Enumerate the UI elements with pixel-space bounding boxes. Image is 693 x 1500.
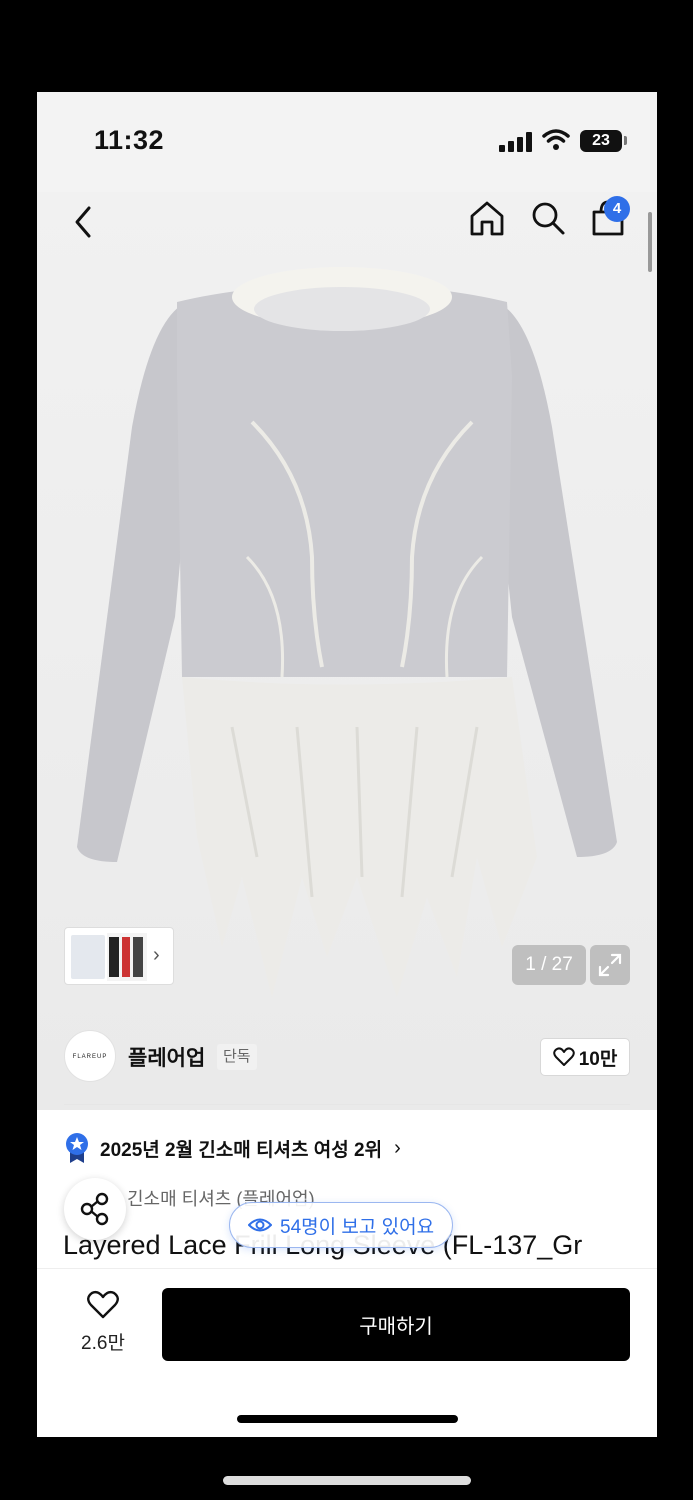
- status-time: 11:32: [94, 125, 165, 155]
- cart-count-badge: 4: [604, 196, 630, 222]
- search-icon[interactable]: [528, 198, 568, 238]
- divider: [64, 1104, 630, 1105]
- home-indicator: [237, 1415, 458, 1423]
- thumbnail-image[interactable]: [71, 935, 105, 979]
- brand-name[interactable]: 플레어업: [128, 1042, 205, 1072]
- heart-icon: [552, 1047, 575, 1066]
- exclusive-badge: 단독: [217, 1044, 257, 1070]
- home-icon[interactable]: [467, 198, 507, 238]
- chevron-right-icon: ›: [394, 1136, 401, 1159]
- thumbnail-image[interactable]: [107, 933, 147, 981]
- ranking-text: 2025년 2월 긴소매 티셔츠 여성 2위: [100, 1139, 383, 1161]
- back-icon[interactable]: [67, 202, 101, 242]
- buy-button[interactable]: 구매하기: [162, 1288, 630, 1361]
- app-screen: 11:32 23 4 › 1 / 27 FLAREUP 플레어업 단독 10만 …: [37, 92, 657, 1437]
- share-icon[interactable]: [64, 1178, 126, 1240]
- battery-icon: 23: [580, 130, 622, 152]
- product-photo[interactable]: [57, 257, 627, 1017]
- like-count: 2.6만: [81, 1333, 125, 1354]
- brand-favorite-button[interactable]: 10만: [540, 1038, 630, 1076]
- buy-button-label: 구매하기: [359, 1316, 433, 1338]
- outer-home-indicator: [223, 1476, 471, 1485]
- ranking-medal-icon: [66, 1133, 88, 1163]
- cellular-signal-icon: [499, 132, 533, 152]
- battery-tip: [624, 136, 627, 145]
- like-button[interactable]: 2.6만: [67, 1288, 139, 1358]
- wifi-icon: [542, 129, 570, 150]
- chevron-right-icon: ›: [153, 944, 160, 966]
- eye-icon: [248, 1218, 272, 1232]
- expand-icon[interactable]: [590, 945, 630, 985]
- live-viewers-badge: 54명이 보고 있어요: [229, 1202, 454, 1248]
- ranking-link[interactable]: 2025년 2월 긴소매 티셔츠 여성 2위 ›: [64, 1132, 401, 1164]
- status-bar: 11:32 23: [37, 92, 657, 192]
- brand-logo[interactable]: FLAREUP: [64, 1030, 116, 1082]
- thumbnail-strip[interactable]: ›: [64, 927, 174, 985]
- heart-icon: [87, 1290, 119, 1319]
- image-counter: 1 / 27: [512, 945, 586, 985]
- brand-favorite-count: 10만: [578, 1048, 618, 1070]
- live-viewers-text: 54명이 보고 있어요: [280, 1216, 435, 1238]
- scrollbar[interactable]: [648, 212, 652, 272]
